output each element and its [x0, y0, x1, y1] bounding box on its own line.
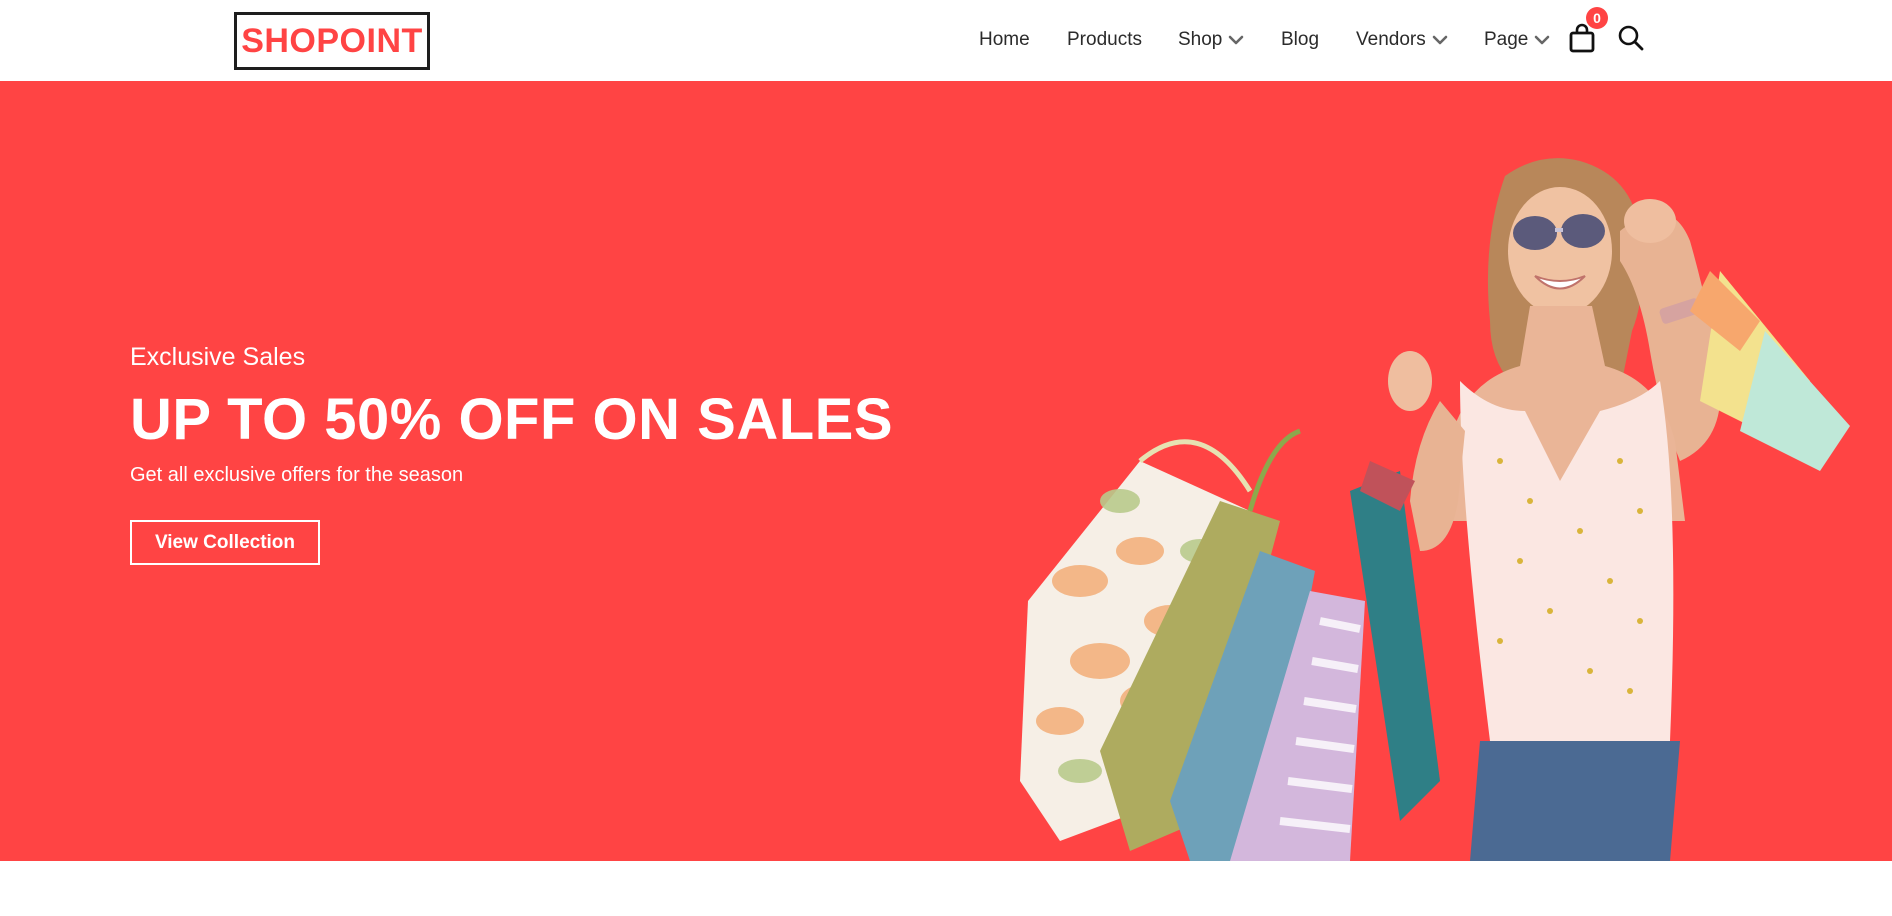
nav-item-vendors[interactable]: Vendors [1356, 24, 1448, 56]
hero-kicker: Exclusive Sales [130, 343, 306, 371]
nav-item-products[interactable]: Products [1067, 24, 1142, 56]
nav-item-label: Shop [1178, 29, 1223, 50]
hero-title: UP TO 50% OFF ON SALES [130, 387, 894, 452]
hero-banner: Exclusive Sales UP TO 50% OFF ON SALES G… [0, 81, 1892, 861]
chevron-down-icon [1228, 34, 1244, 46]
view-collection-button[interactable]: View Collection [130, 520, 320, 565]
nav-item-label: Home [979, 29, 1030, 50]
logo[interactable]: SHOPOINT [234, 12, 430, 70]
hero-subtitle: Get all exclusive offers for the season [130, 464, 464, 486]
nav-item-label: Products [1067, 29, 1142, 50]
chevron-down-icon [1534, 34, 1550, 46]
nav-item-label: Blog [1281, 29, 1320, 50]
search-icon[interactable] [1617, 24, 1645, 52]
chevron-down-icon [1432, 34, 1448, 46]
nav-item-label: Vendors [1356, 29, 1426, 50]
nav-item-home[interactable]: Home [979, 24, 1030, 56]
nav-item-shop[interactable]: Shop [1178, 24, 1244, 56]
site-header: SHOPOINT Home Products Shop Blog Vendors… [0, 0, 1892, 81]
cart-count-badge: 0 [1586, 7, 1608, 29]
hero-image [1020, 158, 1850, 861]
nav-item-label: Page [1484, 29, 1529, 50]
nav-item-blog[interactable]: Blog [1281, 24, 1319, 56]
nav-item-page[interactable]: Page [1484, 24, 1550, 56]
